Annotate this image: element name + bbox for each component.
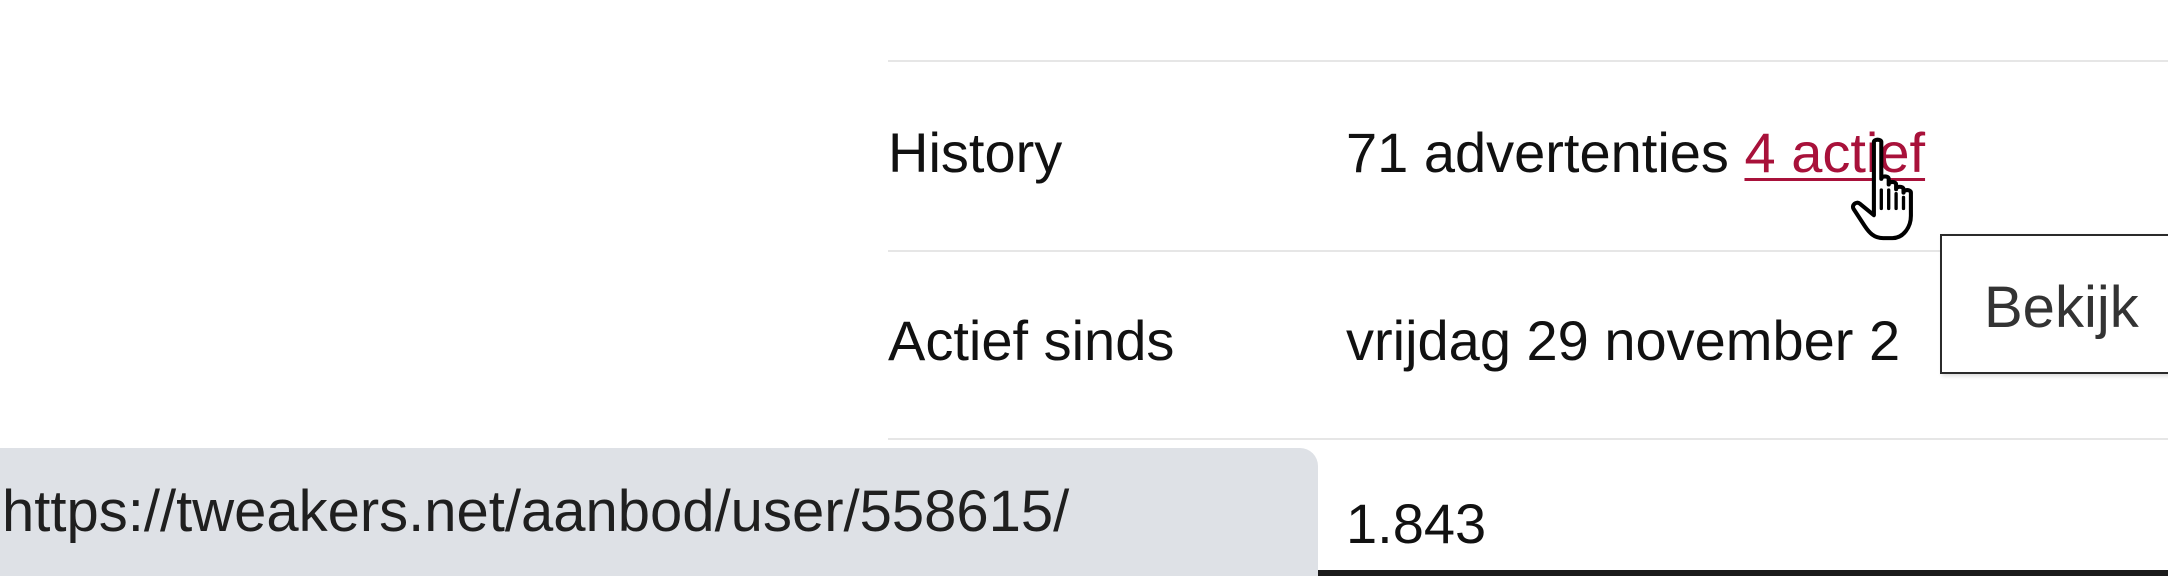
stat-value: 1.843 — [1346, 492, 1487, 555]
row-divider — [888, 438, 2168, 440]
history-value: 71 advertenties 4 actief — [1346, 121, 1925, 185]
tooltip-text: Bekijk — [1984, 275, 2139, 340]
hand-pointer-icon — [1850, 137, 1913, 241]
link-tooltip: Bekijk — [1940, 234, 2168, 374]
active-since-value: vrijdag 29 november 2 — [1346, 309, 1901, 372]
status-url: https://tweakers.net/aanbod/user/558615/ — [2, 479, 1070, 544]
window-bottom-edge — [1318, 570, 2168, 576]
active-since-label: Actief sinds — [888, 309, 1175, 372]
browser-status-bar: https://tweakers.net/aanbod/user/558615/ — [0, 448, 1318, 576]
history-label: History — [888, 121, 1063, 184]
history-ad-count: 71 advertenties — [1346, 121, 1729, 184]
row-divider — [888, 60, 2168, 62]
